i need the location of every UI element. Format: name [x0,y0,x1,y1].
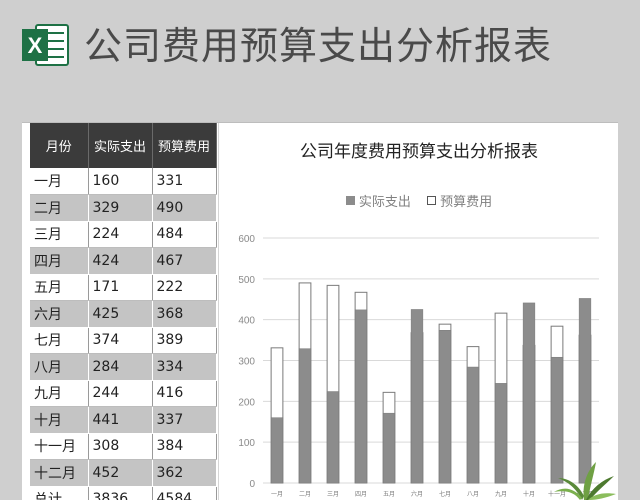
cell-actual[interactable]: 3836 [88,486,153,500]
bar-actual [466,366,480,484]
cell-budget[interactable]: 334 [152,353,217,381]
legend-swatch-actual [345,196,355,205]
y-tick-label: 500 [238,275,255,286]
cell-month[interactable]: 十一月 [30,433,89,460]
x-tick-label: 二月 [299,491,311,498]
cell-actual[interactable]: 441 [88,406,153,434]
y-tick-label: 100 [238,438,255,449]
cell-month[interactable]: 十二月 [30,459,89,487]
cell-month[interactable]: 三月 [30,221,89,248]
cell-budget[interactable]: 4584 [152,486,217,500]
cell-budget[interactable]: 362 [152,459,217,487]
x-tick-label: 十月 [523,490,535,498]
cell-month[interactable]: 一月 [30,168,89,195]
table-row: 四月 424 467 [30,247,217,275]
header-month[interactable]: 月份 [30,123,89,168]
y-tick-label: 200 [238,397,255,408]
plant-decoration [554,462,616,500]
cell-actual[interactable]: 424 [88,247,153,275]
bar-actual [298,348,312,484]
cell-actual[interactable]: 308 [88,433,153,460]
cell-month[interactable]: 七月 [30,327,89,354]
chart-title: 公司年度费用预算支出分析报表 [300,142,538,162]
cell-month[interactable]: 八月 [30,353,89,381]
cell-budget[interactable]: 389 [152,327,217,354]
table-row: 六月 425 368 [30,300,217,328]
table-row: 十二月 452 362 [30,459,217,487]
legend-label-budget: 预算费用 [440,195,493,210]
y-tick-label: 600 [238,234,255,245]
table-row: 十一月 308 384 [30,433,217,460]
bar-actual [354,309,368,484]
bar-actual [410,309,424,484]
expense-table: 月份 实际支出 预算费用 一月 160 331 二月 329 490 三月 224 484 四月 4… [30,123,217,500]
x-tick-label: 六月 [411,490,423,498]
cell-month[interactable]: 五月 [30,274,89,301]
cell-budget[interactable]: 490 [152,194,217,222]
cell-actual[interactable]: 425 [88,300,153,328]
table-row: 总计38364584 [30,486,217,500]
bar-actual [326,391,340,484]
cell-budget[interactable]: 331 [152,168,217,195]
x-tick-label: 三月 [327,491,339,498]
table-row: 二月 329 490 [30,194,217,222]
x-tick-label: 四月 [355,491,367,498]
header-budget[interactable]: 预算费用 [152,123,217,168]
cell-actual[interactable]: 160 [88,168,153,195]
cell-actual[interactable]: 374 [88,327,153,354]
bar-actual [270,417,284,484]
header-actual[interactable]: 实际支出 [88,123,153,168]
table-row: 三月 224 484 [30,221,217,248]
cell-month[interactable]: 总计 [30,486,89,500]
cell-actual[interactable]: 244 [88,380,153,407]
table-row: 十月 441 337 [30,406,217,434]
cell-budget[interactable]: 484 [152,221,217,248]
spreadsheet-area: 月份 实际支出 预算费用 一月 160 331 二月 329 490 三月 224 484 四月 4… [22,122,618,500]
bar-actual [438,330,452,484]
cell-actual[interactable]: 284 [88,353,153,381]
legend-swatch-budget [427,196,437,205]
cell-actual[interactable]: 224 [88,221,153,248]
cell-month[interactable]: 十月 [30,406,89,434]
cell-month[interactable]: 九月 [30,380,89,407]
x-tick-label: 一月 [271,491,283,498]
bar-actual [382,412,396,484]
cell-budget[interactable]: 467 [152,247,217,275]
cell-budget[interactable]: 368 [152,300,217,328]
cell-actual[interactable]: 171 [88,274,153,301]
table-row: 一月 160 331 [30,168,217,195]
cell-budget[interactable]: 222 [152,274,217,301]
cell-budget[interactable]: 416 [152,380,217,407]
chart-area[interactable]: 公司年度费用预算支出分析报表 实际支出 预算费用 0 100 200 300 400 50… [218,123,618,500]
x-tick-label: 七月 [439,490,451,498]
legend-label-actual: 实际支出 [358,195,411,210]
x-tick-label: 八月 [467,491,479,498]
cell-actual[interactable]: 329 [88,194,153,222]
y-tick-label: 0 [249,479,255,490]
cell-budget[interactable]: 337 [152,406,217,434]
cell-month[interactable]: 六月 [30,300,89,328]
cell-actual[interactable]: 452 [88,459,153,487]
table-row: 五月 171 222 [30,274,217,301]
x-tick-label: 五月 [383,491,395,498]
excel-icon: X [22,24,69,66]
y-tick-label: 300 [238,357,255,368]
legend-item-actual: 实际支出 [345,191,411,210]
page-title: 公司费用预算支出分析报表 [84,24,553,68]
cell-month[interactable]: 二月 [30,194,89,222]
table-row: 八月 284 334 [30,353,217,381]
report-banner: X 公司费用预算支出分析报表 [0,0,640,96]
bar-actual [494,383,508,484]
legend-item-budget: 预算费用 [427,191,492,210]
x-tick-label: 九月 [495,490,507,498]
cell-month[interactable]: 四月 [30,247,89,275]
table-row: 九月 244 416 [30,380,217,407]
table-row: 七月 374 389 [30,327,217,354]
chart-legend: 实际支出 预算费用 [219,191,618,210]
bar-actual [522,302,536,484]
cell-budget[interactable]: 384 [152,433,217,460]
excel-icon-letter: X [28,33,43,58]
table-header-row: 月份 实际支出 预算费用 [30,123,217,168]
y-tick-label: 400 [238,316,255,327]
